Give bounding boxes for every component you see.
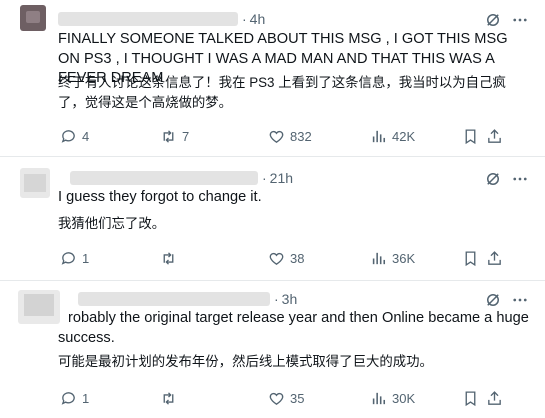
timestamp[interactable]: · 21h xyxy=(262,170,293,186)
repost-icon xyxy=(163,129,174,143)
tweet-header: · 21h xyxy=(70,169,293,187)
translate-icon[interactable] xyxy=(484,11,502,29)
more-icon[interactable] xyxy=(511,291,529,309)
bookmark-button[interactable] xyxy=(462,389,479,407)
more-icon[interactable] xyxy=(511,11,529,29)
tweet-header: · 3h xyxy=(78,290,297,308)
like-count: 832 xyxy=(290,128,312,144)
share-icon xyxy=(488,128,501,143)
tweet-translation-line1: 终于有人讨论这条信息了！我在 PS3 上看到了这条信息，我当时以为自己疯 xyxy=(58,75,506,90)
tweet-translation-line2: 了，觉得这是个高烧做的梦。 xyxy=(58,95,233,110)
share-icon xyxy=(488,250,501,265)
like-button[interactable]: 38 xyxy=(268,249,304,267)
repost-count: 7 xyxy=(182,128,190,144)
share-button[interactable] xyxy=(486,127,503,145)
timestamp[interactable]: · 3h xyxy=(274,291,297,307)
reply-count: 4 xyxy=(82,128,90,144)
repost-button[interactable]: 7 xyxy=(160,127,189,145)
tweet-2[interactable]: · 21h I guess they forgot to change it. 我… xyxy=(0,156,545,281)
tweet-text-line2: success. xyxy=(58,330,115,346)
views-button[interactable]: 42K xyxy=(370,127,415,145)
reply-button[interactable]: 1 xyxy=(60,249,89,267)
more-icon[interactable] xyxy=(511,170,529,188)
reply-icon xyxy=(61,129,75,143)
avatar[interactable] xyxy=(20,5,46,31)
username-redacted[interactable] xyxy=(58,12,238,26)
reply-icon xyxy=(61,391,75,405)
reply-button[interactable]: 4 xyxy=(60,127,89,145)
timestamp[interactable]: · 4h xyxy=(242,11,265,27)
share-button[interactable] xyxy=(486,249,503,267)
reply-count: 1 xyxy=(82,250,90,266)
bookmark-button[interactable] xyxy=(462,249,479,267)
views-icon xyxy=(372,392,386,404)
tweet-translation-line1: 可能是最初计划的发布年份，然后线上模式取得了巨大的成功。 xyxy=(58,354,433,369)
views-icon xyxy=(372,252,386,264)
like-icon xyxy=(269,252,284,265)
views-count: 42K xyxy=(392,128,416,144)
username-redacted[interactable] xyxy=(70,171,258,185)
like-count: 35 xyxy=(290,390,305,406)
views-count: 30K xyxy=(392,390,416,406)
share-button[interactable] xyxy=(486,389,503,407)
like-icon xyxy=(269,130,284,143)
like-icon xyxy=(269,392,284,405)
reply-count: 1 xyxy=(82,390,90,406)
action-bar: 4 7 832 42K xyxy=(0,127,545,145)
repost-icon xyxy=(163,251,174,265)
like-count: 38 xyxy=(290,250,305,266)
bookmark-button[interactable] xyxy=(462,127,479,145)
repost-icon xyxy=(163,391,174,405)
translate-icon[interactable] xyxy=(484,170,502,188)
tweet-text-line1: robably the original target release year… xyxy=(68,310,529,326)
translate-icon[interactable] xyxy=(484,291,502,309)
tweet-header: · 4h xyxy=(58,10,265,28)
tweet-1[interactable]: · 4h FINALLY SOMEONE TALKED ABOUT THIS MS… xyxy=(0,0,545,157)
reply-button[interactable]: 1 xyxy=(60,389,89,407)
avatar[interactable] xyxy=(20,168,50,198)
views-count: 36K xyxy=(392,250,416,266)
like-button[interactable]: 832 xyxy=(268,127,312,145)
username-redacted[interactable] xyxy=(78,292,270,306)
views-button[interactable]: 30K xyxy=(370,389,415,407)
like-button[interactable]: 35 xyxy=(268,389,304,407)
action-bar: 1 35 30K xyxy=(0,389,545,407)
action-bar: 1 38 36K xyxy=(0,249,545,267)
tweet-translation-line1: 我猜他们忘了改。 xyxy=(58,216,166,231)
repost-button[interactable] xyxy=(160,249,177,267)
repost-button[interactable] xyxy=(160,389,177,407)
views-icon xyxy=(372,130,386,142)
views-button[interactable]: 36K xyxy=(370,249,415,267)
bookmark-icon xyxy=(465,250,476,266)
avatar[interactable] xyxy=(18,290,60,324)
bookmark-icon xyxy=(465,390,476,406)
tweet-text: I guess they forgot to change it. xyxy=(58,189,262,205)
tweet-3[interactable]: · 3h robably the original target release … xyxy=(0,280,545,418)
share-icon xyxy=(488,390,501,405)
reply-icon xyxy=(61,251,75,265)
bookmark-icon xyxy=(465,128,476,144)
